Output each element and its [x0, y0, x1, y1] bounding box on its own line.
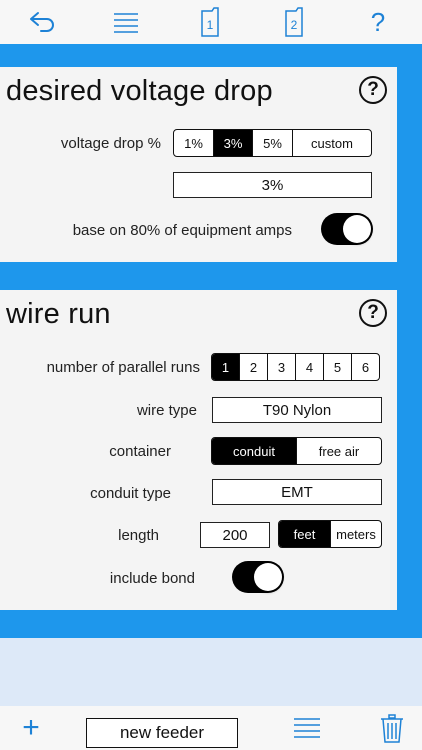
parallel-runs-selector: 1 2 3 4 5 6 [211, 353, 380, 381]
page-2-label: 2 [291, 18, 298, 32]
parallel-option-6[interactable]: 6 [351, 354, 379, 380]
bottom-toolbar: + new feeder [0, 706, 422, 750]
length-unit-selector: feet meters [278, 520, 382, 548]
vd-option-3[interactable]: 3% [213, 130, 252, 156]
wire-help-label: ? [367, 302, 379, 323]
container-option-free-air[interactable]: free air [296, 438, 381, 464]
voltage-drop-selector: 1% 3% 5% custom [173, 129, 372, 157]
toggle-knob [343, 215, 371, 243]
list-icon[interactable] [293, 716, 321, 742]
menu-icon[interactable] [110, 6, 142, 38]
container-selector: conduit free air [211, 437, 382, 465]
unit-option-feet[interactable]: feet [279, 521, 330, 547]
add-icon[interactable]: + [16, 711, 46, 744]
container-option-conduit[interactable]: conduit [212, 438, 296, 464]
top-toolbar: 1 2 ? [0, 0, 422, 44]
voltage-drop-label: voltage drop % [60, 135, 161, 152]
vd-option-custom[interactable]: custom [292, 130, 371, 156]
parallel-runs-label: number of parallel runs [46, 359, 200, 376]
voltage-drop-title: desired voltage drop [6, 75, 273, 107]
new-feeder-button[interactable]: new feeder [86, 718, 238, 748]
conduit-type-label: conduit type [90, 485, 171, 502]
voltage-help-label: ? [367, 79, 379, 100]
vd-option-1[interactable]: 1% [174, 130, 213, 156]
parallel-option-1[interactable]: 1 [212, 354, 239, 380]
voltage-drop-panel: desired voltage drop ? voltage drop % 1%… [0, 67, 397, 262]
voltage-drop-value-field[interactable]: 3% [173, 172, 372, 198]
parallel-option-3[interactable]: 3 [267, 354, 295, 380]
length-label: length [118, 527, 159, 544]
include-bond-toggle[interactable] [232, 561, 284, 593]
parallel-option-2[interactable]: 2 [239, 354, 267, 380]
parallel-option-5[interactable]: 5 [323, 354, 351, 380]
container-label: container [109, 443, 171, 460]
wire-help-icon[interactable]: ? [359, 299, 387, 327]
conduit-type-field[interactable]: EMT [212, 479, 382, 505]
help-question-label: ? [370, 6, 386, 37]
length-field[interactable]: 200 [200, 522, 270, 548]
page-1-label: 1 [207, 18, 214, 32]
wire-type-field[interactable]: T90 Nylon [212, 397, 382, 423]
page-2-icon[interactable]: 2 [278, 6, 310, 38]
unit-option-meters[interactable]: meters [330, 521, 381, 547]
wire-type-label: wire type [136, 402, 197, 419]
toggle-knob [254, 563, 282, 591]
base-80-toggle[interactable] [321, 213, 373, 245]
back-arrow-icon[interactable] [26, 6, 58, 38]
include-bond-label: include bond [109, 570, 195, 587]
trash-icon[interactable] [380, 714, 404, 744]
page-1-icon[interactable]: 1 [194, 6, 226, 38]
vd-option-5[interactable]: 5% [252, 130, 292, 156]
wire-run-title: wire run [6, 298, 111, 330]
add-label: + [22, 711, 40, 744]
base-80-label: base on 80% of equipment amps [72, 222, 292, 239]
help-question-icon[interactable]: ? [362, 6, 394, 38]
wire-run-panel: wire run ? number of parallel runs 1 2 3… [0, 290, 397, 610]
parallel-option-4[interactable]: 4 [295, 354, 323, 380]
voltage-help-icon[interactable]: ? [359, 76, 387, 104]
